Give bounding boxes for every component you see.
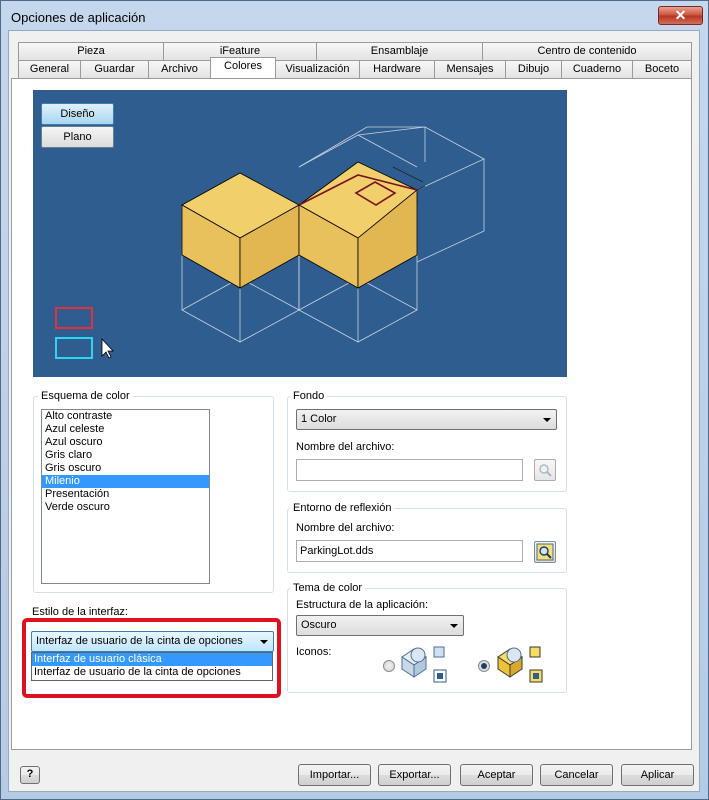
preview-model-graphic [55, 126, 485, 359]
import-button[interactable]: Importar... [298, 764, 371, 786]
reflection-label: Entorno de reflexión [290, 502, 395, 514]
icons-dark-radio[interactable] [478, 660, 490, 672]
title-bar: Opciones de aplicación ✕ [1, 1, 708, 31]
tab-guardar[interactable]: Guardar [80, 60, 149, 78]
color-scheme-list[interactable]: Alto contraste Azul celeste Azul oscuro … [41, 409, 210, 584]
red-legend-box [55, 307, 93, 329]
tab-visualizacion[interactable]: Visualización [275, 60, 360, 78]
icons-light-radio[interactable] [383, 660, 395, 672]
apply-button[interactable]: Aplicar [621, 764, 694, 786]
tab-centro-contenido[interactable]: Centro de contenido [482, 42, 692, 60]
list-item[interactable]: Azul oscuro [42, 436, 209, 449]
tab-dibujo[interactable]: Dibujo [505, 60, 562, 78]
reflection-filename-field[interactable]: ParkingLot.dds [296, 540, 523, 562]
tab-pieza[interactable]: Pieza [18, 42, 164, 60]
list-item[interactable]: Azul celeste [42, 423, 209, 436]
light-icon-set-icon [401, 646, 447, 683]
dark-icon-set-icon [497, 646, 543, 683]
structure-label: Estructura de la aplicación: [296, 599, 429, 611]
background-filename-label: Nombre del archivo: [296, 441, 395, 453]
color-scheme-label: Esquema de color [38, 390, 133, 402]
structure-select[interactable]: Oscuro [296, 615, 464, 636]
tab-archivo[interactable]: Archivo [148, 60, 211, 78]
close-button[interactable]: ✕ [658, 6, 703, 25]
background-select-value: 1 Color [301, 413, 337, 425]
magnifier-icon [536, 543, 554, 561]
tab-ensamblaje[interactable]: Ensamblaje [316, 42, 483, 60]
help-button[interactable]: ? [20, 766, 40, 784]
background-label: Fondo [290, 390, 328, 402]
list-item-selected[interactable]: Milenio [42, 475, 209, 488]
tab-cuaderno[interactable]: Cuaderno [561, 60, 633, 78]
tab-mensajes[interactable]: Mensajes [434, 60, 506, 78]
cyan-legend-box [55, 337, 93, 359]
interface-style-label: Estilo de la interfaz: [32, 606, 128, 618]
color-theme-label: Tema de color [290, 582, 366, 594]
tab-general[interactable]: General [18, 60, 81, 78]
cancel-button[interactable]: Cancelar [540, 764, 613, 786]
color-preview: Diseño Plano [33, 90, 567, 377]
chevron-down-icon [543, 418, 551, 422]
list-item[interactable]: Gris oscuro [42, 462, 209, 475]
background-filename-field[interactable] [296, 459, 523, 481]
window-title: Opciones de aplicación [11, 10, 146, 25]
structure-select-value: Oscuro [301, 619, 337, 631]
icons-label: Iconos: [296, 646, 332, 658]
list-item[interactable]: Alto contraste [42, 410, 209, 423]
chevron-down-icon [450, 624, 458, 628]
reflection-filename-label: Nombre del archivo: [296, 522, 395, 534]
red-highlight-frame [22, 618, 281, 698]
list-item[interactable]: Verde oscuro [42, 501, 209, 514]
magnifier-icon [539, 464, 552, 477]
reflection-browse-button[interactable] [534, 541, 556, 563]
tab-boceto[interactable]: Boceto [632, 60, 692, 78]
list-item[interactable]: Gris claro [42, 449, 209, 462]
tab-colores[interactable]: Colores [210, 57, 276, 78]
list-item[interactable]: Presentación [42, 488, 209, 501]
mouse-cursor [101, 337, 114, 359]
accept-button[interactable]: Aceptar [460, 764, 533, 786]
background-select[interactable]: 1 Color [296, 409, 557, 430]
background-browse-button[interactable] [534, 459, 556, 481]
export-button[interactable]: Exportar... [378, 764, 451, 786]
tab-hardware[interactable]: Hardware [359, 60, 435, 78]
